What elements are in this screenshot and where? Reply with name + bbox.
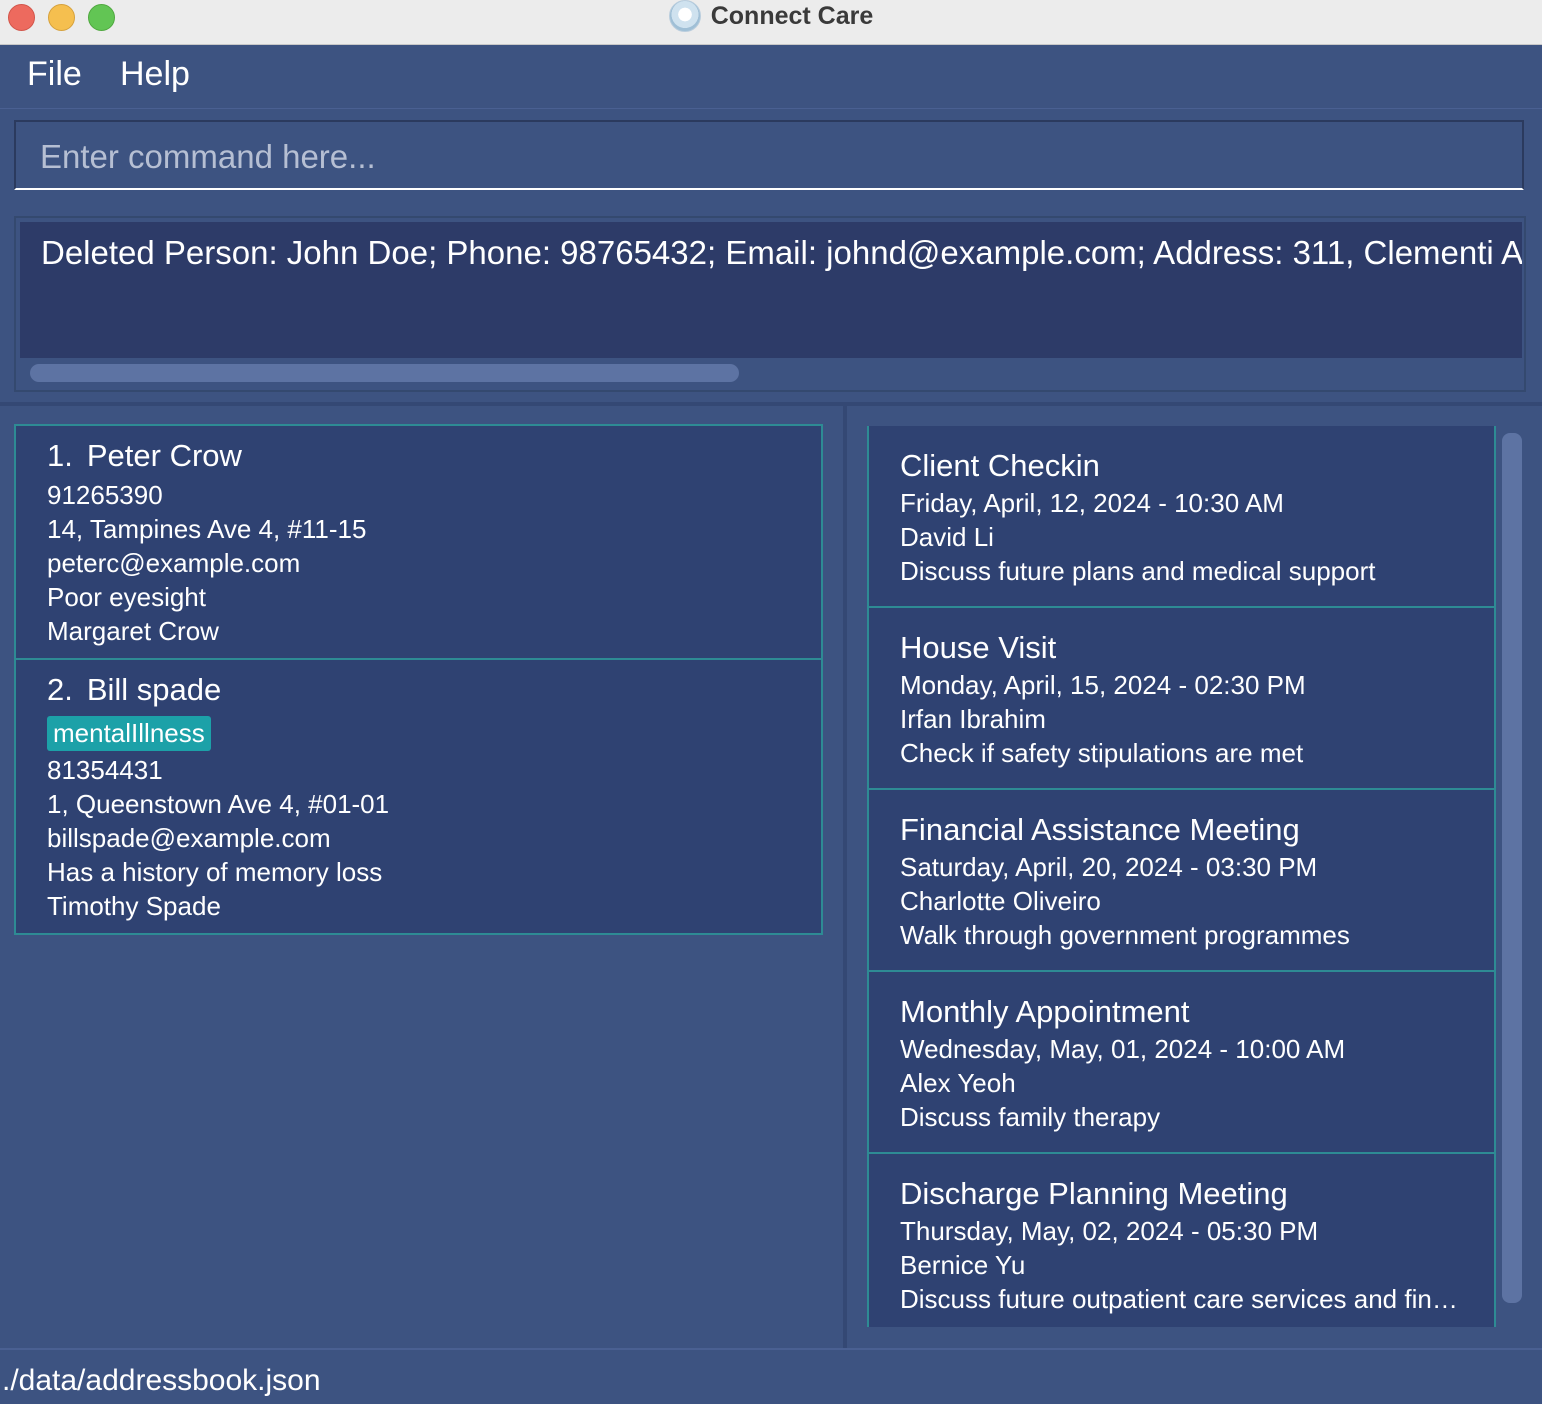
command-box	[14, 120, 1524, 190]
appointment-datetime: Wednesday, May, 01, 2024 - 10:00 AM	[900, 1034, 1346, 1064]
appointment-person: David Li	[900, 522, 994, 552]
appointment-card[interactable]: Discharge Planning Meeting Thursday, May…	[867, 1152, 1496, 1327]
app-logo-icon	[668, 0, 701, 32]
person-name-row: 2. Bill spade	[47, 672, 821, 708]
appointment-person: Charlotte Oliveiro	[900, 886, 1101, 916]
appointment-title: Client Checkin	[900, 448, 1100, 483]
section-divider	[0, 402, 1542, 406]
person-address: 14, Tampines Ave 4, #11-15	[47, 514, 367, 544]
appointment-list: Client Checkin Friday, April, 12, 2024 -…	[867, 426, 1496, 1327]
appointment-description: Discuss future outpatient care services …	[900, 1284, 1470, 1314]
person-tag: mentalIllness	[47, 716, 211, 751]
person-name: Peter Crow	[86, 438, 242, 473]
appointment-description: Check if safety stipulations are met	[900, 738, 1304, 768]
person-email: billspade@example.com	[47, 823, 331, 853]
appointment-card[interactable]: Monthly Appointment Wednesday, May, 01, …	[867, 970, 1496, 1154]
appointment-title: House Visit	[900, 630, 1057, 665]
menu-file[interactable]: File	[27, 55, 82, 94]
person-contact: Timothy Spade	[47, 891, 221, 921]
appointment-title: Financial Assistance Meeting	[900, 812, 1300, 847]
person-contact: Margaret Crow	[47, 616, 219, 646]
menu-bar: File Help	[0, 45, 1542, 109]
appointment-datetime: Saturday, April, 20, 2024 - 03:30 PM	[900, 852, 1318, 882]
appointment-card[interactable]: House Visit Monday, April, 15, 2024 - 02…	[867, 606, 1496, 790]
person-name-row: 1. Peter Crow	[47, 438, 821, 474]
appointment-title: Discharge Planning Meeting	[900, 1176, 1288, 1211]
person-phone: 81354431	[47, 755, 163, 785]
window-title-bar: Connect Care	[0, 0, 1542, 45]
person-card[interactable]: 1. Peter Crow 91265390 14, Tampines Ave 4…	[14, 424, 823, 660]
result-message: Deleted Person: John Doe; Phone: 9876543…	[41, 234, 1522, 271]
panel-divider[interactable]	[843, 406, 847, 1348]
result-text-area[interactable]: Deleted Person: John Doe; Phone: 9876543…	[20, 222, 1522, 358]
person-phone: 91265390	[47, 480, 163, 510]
person-index: 1.	[47, 438, 73, 473]
appointment-title: Monthly Appointment	[900, 994, 1190, 1029]
person-list: 1. Peter Crow 91265390 14, Tampines Ave 4…	[14, 424, 823, 935]
person-note: Has a history of memory loss	[47, 857, 383, 887]
appointment-card[interactable]: Client Checkin Friday, April, 12, 2024 -…	[867, 426, 1496, 608]
appointment-person: Alex Yeoh	[900, 1068, 1016, 1098]
person-note: Poor eyesight	[47, 582, 206, 612]
command-input[interactable]	[38, 134, 1502, 180]
result-horizontal-scrollbar[interactable]	[30, 364, 739, 382]
appointment-person: Bernice Yu	[900, 1250, 1026, 1280]
appointment-datetime: Thursday, May, 02, 2024 - 05:30 PM	[900, 1216, 1319, 1246]
appointment-list-scrollbar[interactable]	[1502, 433, 1522, 1303]
appointment-description: Discuss future plans and medical support	[900, 556, 1376, 586]
person-index: 2.	[47, 672, 73, 707]
person-email: peterc@example.com	[47, 548, 301, 578]
person-name: Bill spade	[86, 672, 222, 707]
appointment-datetime: Friday, April, 12, 2024 - 10:30 AM	[900, 488, 1284, 518]
person-address: 1, Queenstown Ave 4, #01-01	[47, 789, 390, 819]
appointment-description: Walk through government programmes	[900, 920, 1350, 950]
appointment-datetime: Monday, April, 15, 2024 - 02:30 PM	[900, 670, 1306, 700]
menu-help[interactable]: Help	[120, 55, 190, 94]
status-bar: ./data/addressbook.json	[0, 1348, 1542, 1404]
appointment-card[interactable]: Financial Assistance Meeting Saturday, A…	[867, 788, 1496, 972]
appointment-person: Irfan Ibrahim	[900, 704, 1046, 734]
result-display: Deleted Person: John Doe; Phone: 9876543…	[14, 216, 1526, 392]
window-title: Connect Care	[710, 1, 874, 30]
appointment-description: Discuss family therapy	[900, 1102, 1161, 1132]
person-card[interactable]: 2. Bill spade mentalIllness 81354431 1, Q…	[14, 658, 823, 935]
data-file-path: ./data/addressbook.json	[2, 1364, 321, 1397]
